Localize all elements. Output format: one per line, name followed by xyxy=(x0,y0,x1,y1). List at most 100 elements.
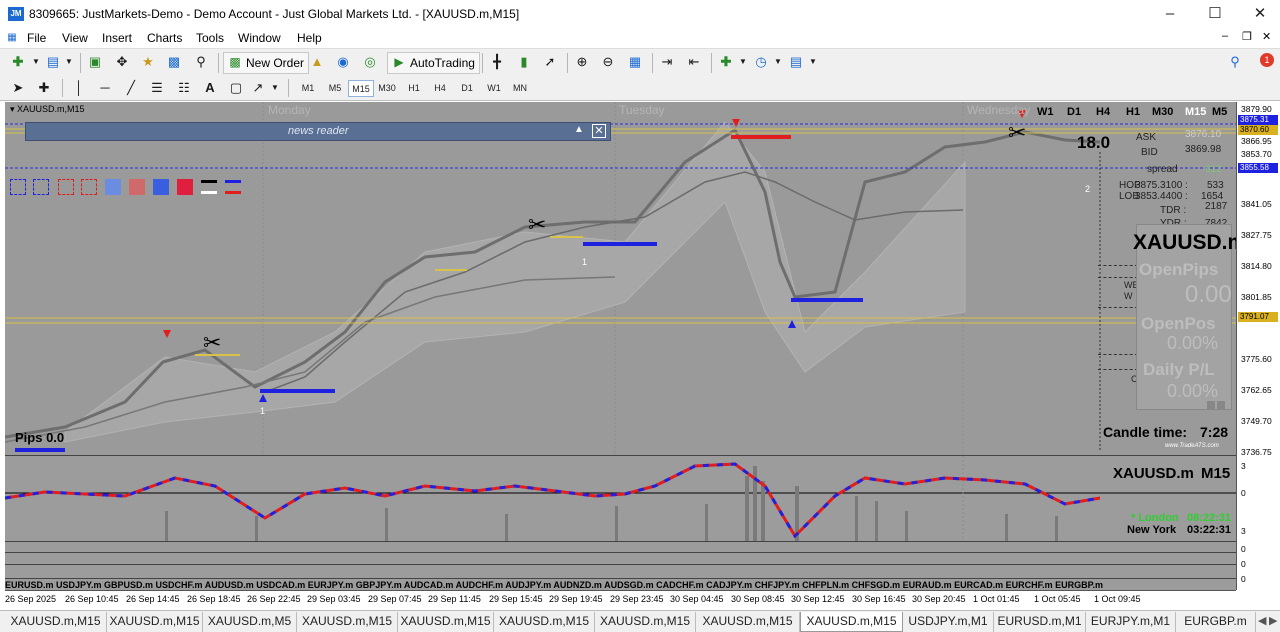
color-swatch[interactable] xyxy=(105,179,121,195)
currency-strip-pane[interactable]: EURUSD.m USDJPY.m GBPUSD.m USDCHF.m AUDU… xyxy=(5,578,1236,590)
minimize-button[interactable]: – xyxy=(1148,4,1192,26)
periods-icon[interactable]: ◷ xyxy=(752,53,770,71)
panel-button-icon[interactable] xyxy=(1217,401,1225,409)
indicator-pane-2[interactable] xyxy=(5,541,1236,552)
chart-tab[interactable]: USDJPY.m,M1 xyxy=(903,612,994,632)
maximize-button[interactable]: ☐ xyxy=(1193,4,1237,26)
tf-mn[interactable]: MN xyxy=(507,80,533,97)
mdi-restore-button[interactable]: ❐ xyxy=(1242,30,1252,43)
tab-scroll-right-icon[interactable]: ▶ xyxy=(1269,614,1277,627)
tf-m30[interactable]: M30 xyxy=(374,80,400,97)
profiles-dropdown-icon[interactable]: ▼ xyxy=(60,53,78,71)
color-swatch[interactable] xyxy=(10,179,26,195)
color-swatch[interactable] xyxy=(58,179,74,195)
arrows-dropdown-icon[interactable]: ▼ xyxy=(266,79,284,97)
tile-icon[interactable]: ▦ xyxy=(626,53,644,71)
tf-h1[interactable]: H1 xyxy=(401,80,427,97)
chart-tab[interactable]: EURGBP.m xyxy=(1176,612,1256,632)
new-order-button[interactable]: ▩ New Order xyxy=(223,52,310,74)
news-reader-bar[interactable]: news reader ▲ ✕ xyxy=(25,122,611,141)
fibonacci-icon[interactable]: ☷ xyxy=(175,79,193,97)
panel-button-icon[interactable] xyxy=(1207,401,1215,409)
chart-shift-icon[interactable]: ⇤ xyxy=(685,53,703,71)
color-swatch[interactable] xyxy=(129,179,145,195)
line-chart-icon[interactable]: ➚ xyxy=(541,53,559,71)
terminal-icon[interactable]: ▩ xyxy=(165,53,183,71)
tf-switch-h4[interactable]: H4 xyxy=(1096,106,1110,118)
chart-tab[interactable]: XAUUSD.m,M15 xyxy=(494,612,595,632)
menu-window[interactable]: Window xyxy=(238,31,281,45)
tf-h4[interactable]: H4 xyxy=(427,80,453,97)
color-swatch[interactable] xyxy=(153,179,169,195)
color-swatch[interactable] xyxy=(177,179,193,195)
menu-charts[interactable]: Charts xyxy=(147,31,182,45)
autotrading-button[interactable]: ▶ AutoTrading xyxy=(387,52,480,74)
gold-icon[interactable]: ▲ xyxy=(308,53,326,71)
indicator-pane-4[interactable] xyxy=(5,564,1236,578)
tf-m1[interactable]: M1 xyxy=(295,80,321,97)
indicators-icon[interactable]: ✚ xyxy=(717,53,735,71)
menu-file[interactable]: File xyxy=(27,31,46,45)
close-icon[interactable]: ✕ xyxy=(592,124,606,138)
oscillator-pane[interactable]: XAUUSD.m M15 * London 08:22:31 New York … xyxy=(5,455,1236,541)
chart-tab-active[interactable]: XAUUSD.m,M15 xyxy=(800,612,903,632)
chart-tab[interactable]: XAUUSD.m,M15 xyxy=(107,612,203,632)
new-chart-icon[interactable]: ✚ xyxy=(9,53,27,71)
chart-tab[interactable]: XAUUSD.m,M5 xyxy=(203,612,297,632)
search-icon[interactable]: ⚲ xyxy=(1226,53,1244,71)
tf-m5[interactable]: M5 xyxy=(322,80,348,97)
periods-dropdown-icon[interactable]: ▼ xyxy=(769,53,787,71)
chart-tab[interactable]: XAUUSD.m,M15 xyxy=(398,612,494,632)
close-button[interactable]: ✕ xyxy=(1238,4,1280,26)
arrows-icon[interactable]: ↗ xyxy=(249,79,267,97)
chart-tab[interactable]: EURJPY.m,M1 xyxy=(1086,612,1176,632)
color-swatch[interactable] xyxy=(81,179,97,195)
data-window-icon[interactable]: ★ xyxy=(139,53,157,71)
candlestick-icon[interactable]: ▮ xyxy=(515,53,533,71)
zoom-in-icon[interactable]: ⊕ xyxy=(573,53,591,71)
menu-view[interactable]: View xyxy=(62,31,88,45)
templates-dropdown-icon[interactable]: ▼ xyxy=(804,53,822,71)
tab-scroll-left-icon[interactable]: ◀ xyxy=(1258,614,1266,627)
tf-d1[interactable]: D1 xyxy=(454,80,480,97)
mdi-doc-icon[interactable]: ▦ xyxy=(4,29,20,47)
new-chart-dropdown-icon[interactable]: ▼ xyxy=(27,53,45,71)
line-style-swatch[interactable] xyxy=(201,180,217,194)
menu-help[interactable]: Help xyxy=(297,31,322,45)
cursor-icon[interactable]: ➤ xyxy=(9,79,27,97)
chart-tab[interactable]: EURUSD.m,M1 xyxy=(994,612,1086,632)
tf-switch-m5[interactable]: M5 xyxy=(1212,106,1227,118)
navigator-icon[interactable]: ✥ xyxy=(113,53,131,71)
autoscroll-icon[interactable]: ⇥ xyxy=(658,53,676,71)
bar-chart-icon[interactable]: ╋ xyxy=(488,53,506,71)
chart-tab[interactable]: XAUUSD.m,M15 xyxy=(696,612,800,632)
trendline-icon[interactable]: ╱ xyxy=(122,79,140,97)
text-icon[interactable]: A xyxy=(201,79,219,97)
tf-switch-h1[interactable]: H1 xyxy=(1126,106,1140,118)
tf-switch-m30[interactable]: M30 xyxy=(1152,106,1173,118)
indicator-pane-3[interactable] xyxy=(5,552,1236,564)
menu-insert[interactable]: Insert xyxy=(102,31,132,45)
tf-switch-m15[interactable]: M15 xyxy=(1185,106,1206,118)
line-style-swatch[interactable] xyxy=(225,180,241,194)
channel-icon[interactable]: ☰ xyxy=(148,79,166,97)
chart-tab[interactable]: XAUUSD.m,M15 xyxy=(297,612,398,632)
indicators-dropdown-icon[interactable]: ▼ xyxy=(734,53,752,71)
chart-tab[interactable]: XAUUSD.m,M15 xyxy=(595,612,696,632)
templates-icon[interactable]: ▤ xyxy=(787,53,805,71)
mdi-minimize-button[interactable]: – xyxy=(1222,30,1228,42)
price-chart[interactable]: ▾ XAUUSD.m,M15 Monday Tuesday Wednesday … xyxy=(5,102,1236,455)
signals-icon[interactable]: ◎ xyxy=(361,53,379,71)
tf-switch-d1[interactable]: D1 xyxy=(1067,106,1081,118)
strategy-tester-icon[interactable]: ⚲ xyxy=(192,53,210,71)
community-icon[interactable]: ◉ xyxy=(334,53,352,71)
mdi-close-button[interactable]: ✕ xyxy=(1262,30,1271,43)
color-swatch[interactable] xyxy=(33,179,49,195)
tf-switch-w1[interactable]: W1 xyxy=(1037,106,1054,118)
menu-tools[interactable]: Tools xyxy=(196,31,224,45)
vertical-line-icon[interactable]: │ xyxy=(70,79,88,97)
tf-w1[interactable]: W1 xyxy=(481,80,507,97)
collapse-icon[interactable]: ▲ xyxy=(574,124,584,135)
tf-m15[interactable]: M15 xyxy=(348,80,374,97)
label-icon[interactable]: ▢ xyxy=(227,79,245,97)
